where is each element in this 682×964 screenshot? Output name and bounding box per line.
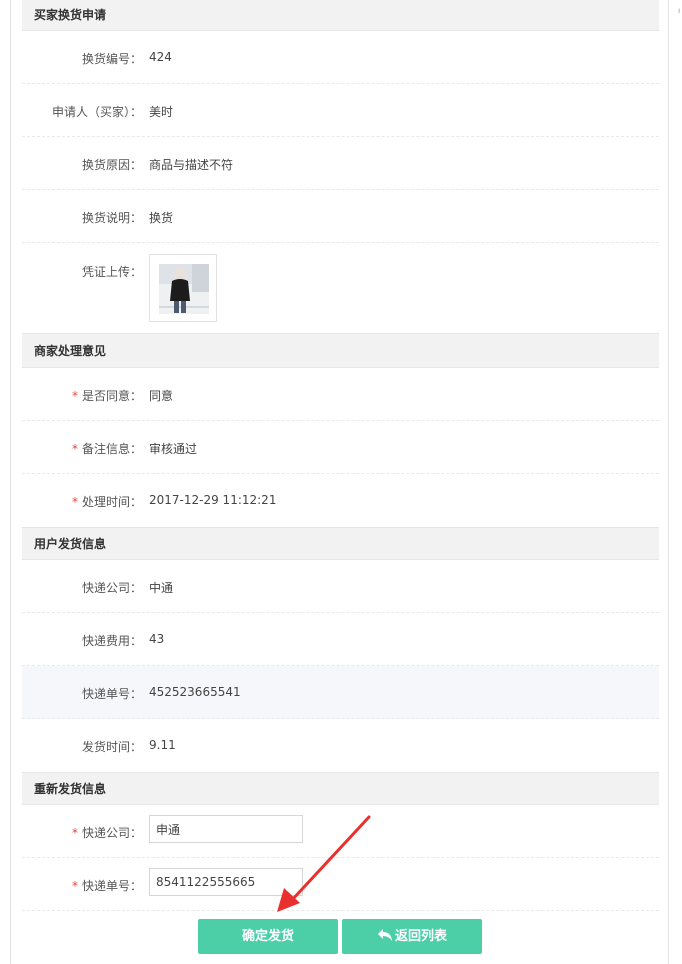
exchange-reason-label: 换货原因： xyxy=(81,158,142,172)
row-ship-fee: 快递费用： 43 xyxy=(22,613,659,666)
section-reship-title: 重新发货信息 xyxy=(22,772,659,805)
exchange-desc-label: 换货说明： xyxy=(81,211,142,225)
back-to-list-button[interactable]: 返回列表 xyxy=(342,919,482,954)
row-applicant: 申请人（买家）： 美时 xyxy=(22,84,659,137)
required-mark: * xyxy=(71,826,78,840)
row-ship-time: 发货时间： 9.11 xyxy=(22,719,659,772)
section-buyer-title: 买家换货申请 xyxy=(22,0,659,31)
required-mark: * xyxy=(71,389,78,403)
row-exchange-reason: 换货原因： 商品与描述不符 xyxy=(22,137,659,190)
confirm-ship-button[interactable]: 确定发货 xyxy=(198,919,338,954)
exchange-desc-value: 换货 xyxy=(149,211,174,225)
ship-tracking-value: 452523665541 xyxy=(149,685,241,699)
ship-fee-label: 快递费用： xyxy=(81,634,142,648)
handle-time-value: 2017-12-29 11:12:21 xyxy=(149,493,277,507)
applicant-label: 申请人（买家）： xyxy=(51,105,142,119)
row-exchange-desc: 换货说明： 换货 xyxy=(22,190,659,243)
exchange-no-value: 424 xyxy=(149,50,172,64)
scroll-edge-mark: ı xyxy=(678,6,681,15)
reship-company-input[interactable] xyxy=(149,815,303,843)
reship-company-label: * 快递公司： xyxy=(71,826,142,840)
section-merchant-title: 商家处理意见 xyxy=(22,333,659,368)
exchange-detail-panel: 买家换货申请 换货编号： 424 申请人（买家）： 美时 换货原因： 商品与描述… xyxy=(22,0,659,911)
row-reship-tracking: * 快递单号： xyxy=(22,858,659,911)
agree-label: * 是否同意： xyxy=(71,389,142,403)
ship-company-label: 快递公司： xyxy=(81,581,142,595)
ship-fee-value: 43 xyxy=(149,632,165,646)
row-exchange-no: 换货编号： 424 xyxy=(22,31,659,84)
agree-value: 同意 xyxy=(149,389,174,403)
ship-time-value: 9.11 xyxy=(149,738,176,752)
voucher-thumbnail[interactable] xyxy=(149,254,217,322)
handle-time-label: * 处理时间： xyxy=(71,495,142,509)
exchange-reason-value: 商品与描述不符 xyxy=(149,158,234,172)
ship-company-value: 中通 xyxy=(149,581,174,595)
reship-tracking-label: * 快递单号： xyxy=(71,879,142,893)
exchange-no-label: 换货编号： xyxy=(81,52,142,66)
voucher-photo-image xyxy=(150,255,216,321)
back-to-list-label: 返回列表 xyxy=(394,929,447,944)
ship-time-label: 发货时间： xyxy=(81,740,142,754)
row-ship-tracking: 快递单号： 452523665541 xyxy=(22,666,659,719)
row-reship-company: * 快递公司： xyxy=(22,805,659,858)
remark-label: * 备注信息： xyxy=(71,442,142,456)
voucher-label: 凭证上传： xyxy=(81,265,142,279)
row-agree: * 是否同意： 同意 xyxy=(22,368,659,421)
applicant-value: 美时 xyxy=(149,105,174,119)
required-mark: * xyxy=(71,442,78,456)
reship-tracking-input[interactable] xyxy=(149,868,303,896)
row-voucher: 凭证上传： xyxy=(22,243,659,333)
return-arrow-icon xyxy=(377,929,392,941)
row-remark: * 备注信息： 审核通过 xyxy=(22,421,659,474)
remark-value: 审核通过 xyxy=(149,442,198,456)
ship-tracking-label: 快递单号： xyxy=(81,687,142,701)
row-handle-time: * 处理时间： 2017-12-29 11:12:21 xyxy=(22,474,659,527)
section-user-ship-title: 用户发货信息 xyxy=(22,527,659,560)
required-mark: * xyxy=(71,879,78,893)
row-ship-company: 快递公司： 中通 xyxy=(22,560,659,613)
required-mark: * xyxy=(71,495,78,509)
